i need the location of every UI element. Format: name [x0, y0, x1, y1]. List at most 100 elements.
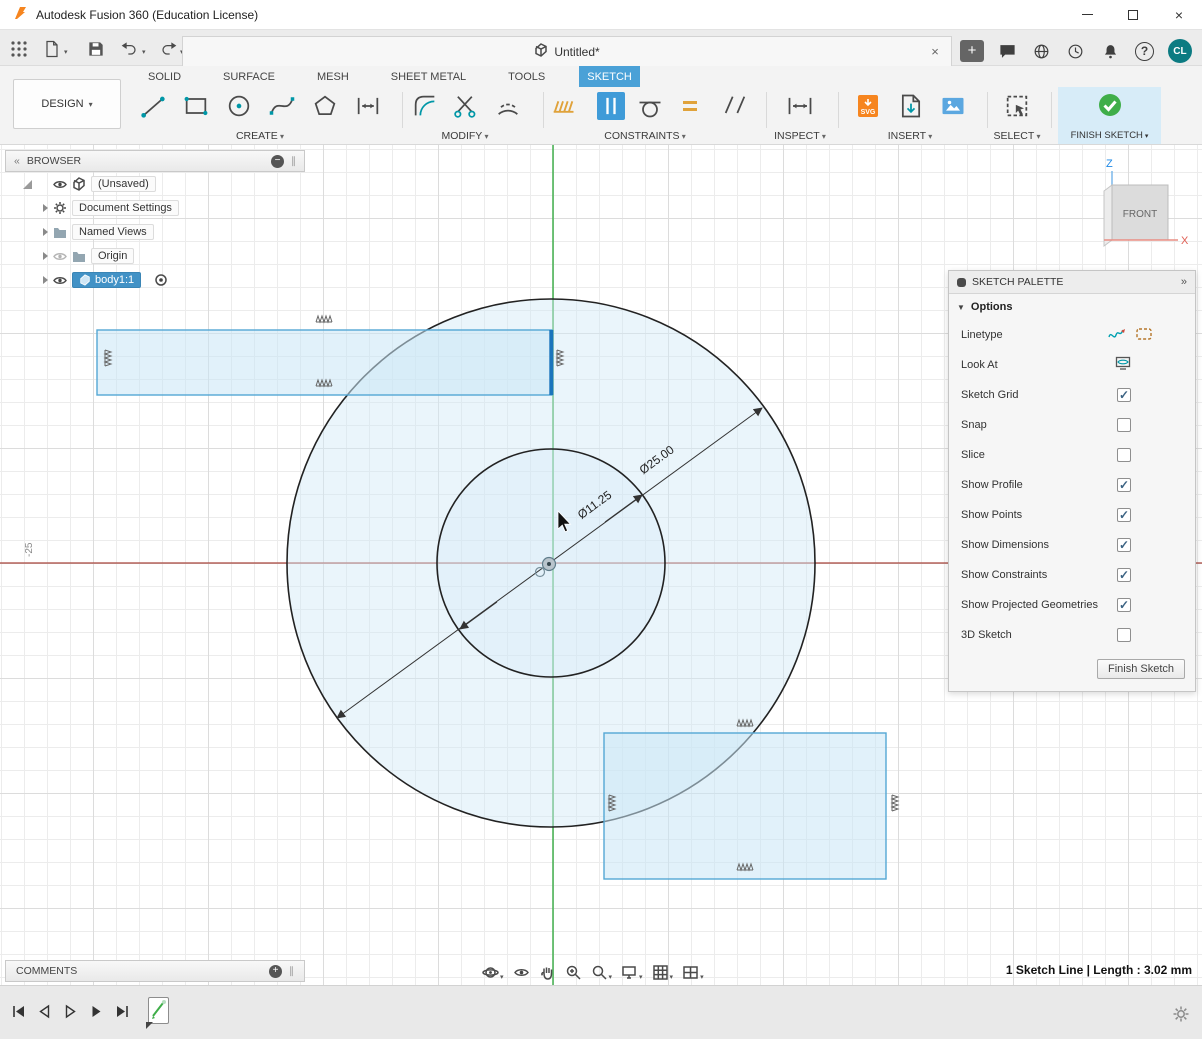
vertical-constraint-icon[interactable] — [597, 92, 625, 120]
close-button[interactable]: × — [1156, 0, 1202, 30]
linetype-normal-icon[interactable] — [1107, 327, 1127, 344]
named-views-label[interactable]: Named Views — [72, 224, 154, 240]
insert-svg-icon[interactable]: SVG — [854, 92, 882, 120]
browser-row-origin[interactable]: Origin — [5, 244, 305, 268]
browser-row-body[interactable]: body1:1 — [5, 268, 305, 292]
step-forward-icon[interactable] — [88, 1003, 105, 1023]
step-back-icon[interactable] — [36, 1003, 53, 1023]
group-label-select[interactable]: SELECT — [972, 130, 1062, 142]
job-status-clock-icon[interactable] — [1065, 40, 1087, 62]
expand-arrow-icon[interactable] — [43, 204, 48, 212]
browser-row-named-views[interactable]: Named Views — [5, 220, 305, 244]
fix-constraint-icon[interactable] — [549, 92, 577, 120]
go-to-start-icon[interactable] — [10, 1003, 27, 1023]
visibility-eye-icon[interactable] — [53, 179, 67, 190]
comments-icon[interactable] — [996, 40, 1018, 62]
show-dimensions-checkbox[interactable] — [1117, 538, 1131, 552]
group-label-create[interactable]: CREATE — [215, 130, 305, 142]
palette-collapse-icon[interactable]: » — [1181, 276, 1187, 288]
group-label-insert[interactable]: INSERT — [865, 130, 955, 142]
tab-tools[interactable]: TOOLS — [500, 66, 553, 87]
timeline-sketch-feature[interactable] — [148, 997, 169, 1024]
slice-checkbox[interactable] — [1117, 448, 1131, 462]
tab-surface[interactable]: SURFACE — [215, 66, 283, 87]
3d-sketch-checkbox[interactable] — [1117, 628, 1131, 642]
comments-drag-handle[interactable]: ∥ — [289, 966, 294, 977]
viewports-icon[interactable] — [682, 964, 704, 981]
insert-image-icon[interactable] — [939, 92, 967, 120]
expand-corner-icon[interactable] — [23, 180, 32, 189]
expand-arrow-icon[interactable] — [43, 228, 48, 236]
display-settings-icon[interactable] — [621, 964, 643, 981]
close-tab-icon[interactable]: × — [927, 44, 943, 60]
tab-sketch[interactable]: SKETCH — [579, 66, 640, 87]
tangent-constraint-icon[interactable] — [636, 92, 664, 120]
browser-header[interactable]: « BROWSER − ∥ — [5, 150, 305, 172]
redo-icon[interactable] — [158, 39, 178, 59]
browser-row-document-settings[interactable]: Document Settings — [5, 196, 305, 220]
snap-checkbox[interactable] — [1117, 418, 1131, 432]
insert-mesh-icon[interactable] — [897, 92, 925, 120]
expand-arrow-icon[interactable] — [43, 252, 48, 260]
finish-sketch-palette-button[interactable]: Finish Sketch — [1097, 659, 1185, 679]
rectangle-tool-icon[interactable] — [182, 92, 210, 120]
group-label-constraints[interactable]: CONSTRAINTS — [600, 130, 690, 142]
orbit-icon[interactable] — [482, 964, 504, 981]
browser-drag-handle[interactable]: ∥ — [291, 156, 296, 167]
add-comment-icon[interactable]: + — [269, 965, 282, 978]
body-item[interactable]: body1:1 — [72, 272, 141, 288]
trim-tool-icon[interactable] — [452, 92, 480, 120]
visibility-eye-off-icon[interactable] — [53, 251, 67, 262]
root-document-label[interactable]: (Unsaved) — [91, 176, 156, 192]
show-points-checkbox[interactable] — [1117, 508, 1131, 522]
select-tool-icon[interactable] — [1003, 92, 1031, 120]
expand-arrow-icon[interactable] — [43, 276, 48, 284]
finish-sketch-button[interactable]: FINISH SKETCH — [1058, 87, 1161, 144]
look-at-icon[interactable] — [513, 964, 530, 981]
origin-label[interactable]: Origin — [91, 248, 134, 264]
undo-caret-icon[interactable]: ▾ — [142, 48, 146, 56]
file-menu-icon[interactable] — [42, 39, 62, 59]
measure-tool-icon[interactable] — [786, 92, 814, 120]
sketch-dimension-icon[interactable] — [354, 92, 382, 120]
circle-tool-icon[interactable] — [225, 92, 253, 120]
collapse-browser-icon[interactable]: « — [14, 155, 20, 167]
tab-sheet-metal[interactable]: SHEET METAL — [383, 66, 474, 87]
app-grid-menu-icon[interactable] — [9, 39, 29, 59]
offset-tool-icon[interactable] — [494, 92, 522, 120]
show-projected-geometries-checkbox[interactable] — [1117, 598, 1131, 612]
maximize-button[interactable] — [1110, 0, 1156, 30]
viewcube[interactable]: Z FRONT X — [1104, 158, 1189, 247]
save-icon[interactable] — [86, 39, 106, 59]
document-settings-label[interactable]: Document Settings — [72, 200, 179, 216]
tab-mesh[interactable]: MESH — [309, 66, 357, 87]
polygon-tool-icon[interactable] — [311, 92, 339, 120]
fillet-tool-icon[interactable] — [411, 92, 439, 120]
parallel-constraint-icon[interactable] — [721, 92, 749, 120]
timeline-position-marker[interactable] — [146, 1022, 153, 1029]
visibility-eye-icon[interactable] — [53, 275, 67, 286]
show-profile-checkbox[interactable] — [1117, 478, 1131, 492]
group-label-modify[interactable]: MODIFY — [420, 130, 510, 142]
grid-settings-icon[interactable] — [652, 964, 674, 981]
minimize-button[interactable] — [1064, 0, 1110, 30]
target-icon[interactable] — [154, 273, 168, 287]
play-icon[interactable] — [62, 1003, 79, 1023]
line-tool-icon[interactable] — [139, 92, 167, 120]
undo-icon[interactable] — [120, 39, 140, 59]
sketch-palette-header[interactable]: SKETCH PALETTE » — [949, 271, 1195, 294]
go-to-end-icon[interactable] — [114, 1003, 131, 1023]
spline-tool-icon[interactable] — [268, 92, 296, 120]
new-tab-button[interactable]: + — [960, 40, 984, 62]
timeline-settings-gear-icon[interactable] — [1172, 1005, 1190, 1026]
options-section-header[interactable]: ▼ Options — [949, 294, 1195, 320]
help-icon[interactable]: ? — [1134, 40, 1156, 62]
zoom-icon[interactable] — [565, 964, 582, 981]
pan-icon[interactable] — [539, 964, 556, 981]
tab-solid[interactable]: SOLID — [140, 66, 189, 87]
notifications-bell-icon[interactable] — [1099, 40, 1121, 62]
workspace-selector[interactable]: DESIGN ▾ — [13, 79, 121, 129]
document-tab[interactable]: Untitled* × — [182, 36, 952, 66]
sketch-grid-checkbox[interactable] — [1117, 388, 1131, 402]
extensions-globe-icon[interactable] — [1030, 40, 1052, 62]
